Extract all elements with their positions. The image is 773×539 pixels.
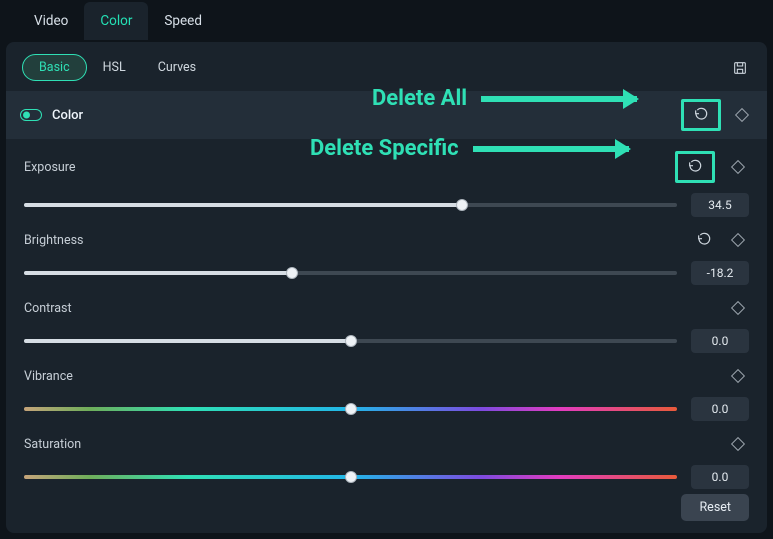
value-contrast[interactable]: 0.0 bbox=[691, 329, 749, 353]
keyframe-icon bbox=[735, 108, 749, 122]
annotation-highlight-delete-all bbox=[681, 99, 721, 131]
value-vibrance[interactable]: 0.0 bbox=[691, 397, 749, 421]
subtab-hsl[interactable]: HSL bbox=[87, 55, 142, 80]
tab-speed[interactable]: Speed bbox=[148, 2, 218, 40]
reset-exposure-button[interactable] bbox=[684, 156, 706, 178]
keyframe-icon bbox=[731, 160, 745, 174]
tab-color[interactable]: Color bbox=[84, 2, 148, 40]
section-title: Color bbox=[52, 108, 83, 123]
slider-fill bbox=[24, 271, 292, 275]
reset-all-color-button[interactable] bbox=[690, 104, 712, 126]
keyframe-icon bbox=[731, 369, 745, 383]
label-exposure: Exposure bbox=[24, 160, 76, 175]
keyframe-vibrance-button[interactable] bbox=[727, 365, 749, 387]
reset-icon bbox=[687, 159, 703, 175]
label-vibrance: Vibrance bbox=[24, 369, 73, 384]
value-exposure[interactable]: 34.5 bbox=[691, 193, 749, 217]
slider-thumb[interactable] bbox=[456, 199, 468, 211]
slider-brightness[interactable] bbox=[24, 271, 677, 275]
slider-thumb[interactable] bbox=[345, 471, 357, 483]
reset-button[interactable]: Reset bbox=[681, 494, 749, 521]
label-contrast: Contrast bbox=[24, 301, 72, 316]
slider-contrast[interactable] bbox=[24, 339, 677, 343]
value-saturation[interactable]: 0.0 bbox=[691, 465, 749, 489]
value-brightness[interactable]: -18.2 bbox=[691, 261, 749, 285]
color-toggle[interactable] bbox=[20, 109, 42, 121]
slider-thumb[interactable] bbox=[345, 335, 357, 347]
slider-thumb[interactable] bbox=[286, 267, 298, 279]
reset-icon bbox=[693, 107, 709, 123]
reset-brightness-button[interactable] bbox=[693, 229, 715, 251]
slider-saturation[interactable] bbox=[24, 475, 677, 479]
slider-fill bbox=[24, 339, 351, 343]
annotation-highlight-delete-specific bbox=[675, 151, 715, 183]
color-panel: Basic HSL Curves Color Exposure bbox=[6, 42, 767, 533]
slider-fill bbox=[24, 203, 462, 207]
subtab-curves[interactable]: Curves bbox=[142, 55, 212, 80]
slider-thumb[interactable] bbox=[345, 403, 357, 415]
label-brightness: Brightness bbox=[24, 233, 84, 248]
subtab-basic[interactable]: Basic bbox=[22, 54, 87, 81]
slider-vibrance[interactable] bbox=[24, 407, 677, 411]
save-preset-button[interactable] bbox=[729, 57, 751, 79]
keyframe-icon bbox=[731, 233, 745, 247]
reset-icon bbox=[696, 232, 712, 248]
keyframe-exposure-button[interactable] bbox=[727, 156, 749, 178]
keyframe-brightness-button[interactable] bbox=[727, 229, 749, 251]
keyframe-icon bbox=[731, 437, 745, 451]
save-icon bbox=[732, 60, 748, 76]
keyframe-contrast-button[interactable] bbox=[727, 297, 749, 319]
keyframe-icon bbox=[731, 301, 745, 315]
keyframe-saturation-button[interactable] bbox=[727, 433, 749, 455]
keyframe-color-button[interactable] bbox=[731, 104, 753, 126]
tab-video[interactable]: Video bbox=[18, 2, 84, 40]
slider-exposure[interactable] bbox=[24, 203, 677, 207]
section-header-color: Color bbox=[6, 91, 767, 139]
label-saturation: Saturation bbox=[24, 437, 81, 452]
